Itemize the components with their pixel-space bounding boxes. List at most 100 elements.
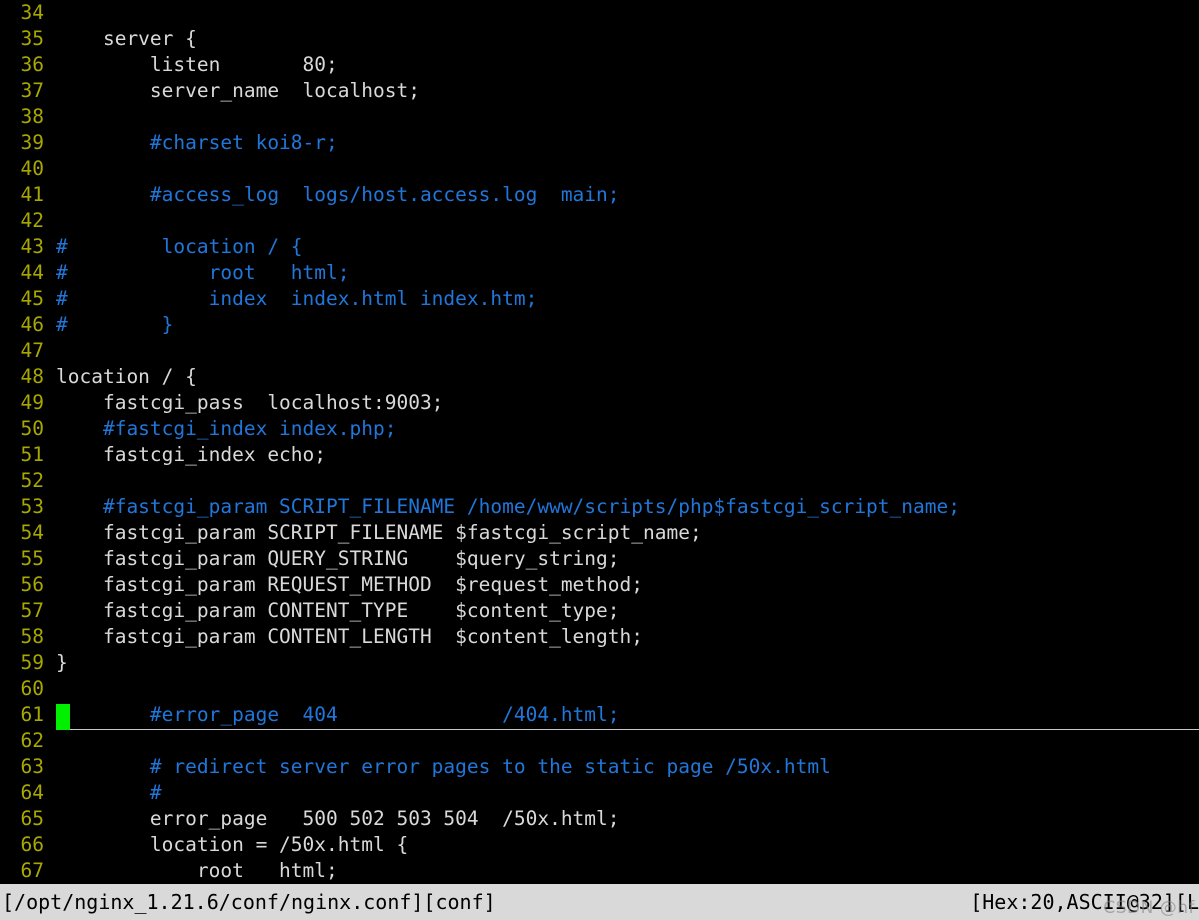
line-text: fastcgi_param QUERY_STRING $query_string… [56,547,620,570]
editor-line[interactable]: 63 # redirect server error pages to the … [0,754,1199,780]
editor-line[interactable]: 38 [0,104,1199,130]
editor-line[interactable]: 55 fastcgi_param QUERY_STRING $query_str… [0,546,1199,572]
editor-line[interactable]: 47 [0,338,1199,364]
line-text: # location / { [56,235,303,258]
line-text: #error_page 404 /404.html; [56,703,620,726]
line-number: 48 [20,365,44,388]
editor-line[interactable]: 35 server { [0,26,1199,52]
editor-line[interactable]: 66 location = /50x.html { [0,832,1199,858]
status-file-path: [/opt/nginx_1.21.6/conf/nginx.conf][conf… [2,890,496,914]
editor-line[interactable]: 51 fastcgi_index echo; [0,442,1199,468]
editor-line[interactable]: 65 error_page 500 502 503 504 /50x.html; [0,806,1199,832]
line-text: #charset koi8-r; [56,131,338,154]
line-number: 51 [20,443,44,466]
line-number: 46 [20,313,44,336]
editor-line[interactable]: 50 #fastcgi_index index.php; [0,416,1199,442]
line-number: 66 [20,833,44,856]
line-text: fastcgi_param CONTENT_LENGTH $content_le… [56,625,643,648]
line-number: 53 [20,495,44,518]
line-number: 56 [20,573,44,596]
line-text: # } [56,313,174,336]
editor-line[interactable]: 41 #access_log logs/host.access.log main… [0,182,1199,208]
line-number: 47 [20,339,44,362]
line-number: 55 [20,547,44,570]
line-text: root html; [56,859,338,882]
line-number: 42 [20,209,44,232]
editor-line[interactable]: 42 [0,208,1199,234]
line-number: 43 [20,235,44,258]
editor-line[interactable]: 59} [0,650,1199,676]
editor-line[interactable]: 53 #fastcgi_param SCRIPT_FILENAME /home/… [0,494,1199,520]
cursor-line-underline [70,729,1199,730]
line-text: # redirect server error pages to the sta… [56,755,831,778]
editor-line[interactable]: 46 # } [0,312,1199,338]
editor-line[interactable]: 37 server_name localhost; [0,78,1199,104]
line-number: 61 [20,703,44,726]
editor-line[interactable]: 64 # [0,780,1199,806]
editor-line[interactable]: 34 [0,0,1199,26]
editor-line[interactable]: 52 [0,468,1199,494]
line-text: fastcgi_param SCRIPT_FILENAME $fastcgi_s… [56,521,702,544]
line-text: #fastcgi_index index.php; [56,417,397,440]
line-number: 58 [20,625,44,648]
editor-line[interactable]: 61 #error_page 404 /404.html; [0,702,1199,730]
line-text: #access_log logs/host.access.log main; [56,183,620,206]
editor-status-bar: [/opt/nginx_1.21.6/conf/nginx.conf][conf… [0,884,1199,920]
line-text: server { [56,27,197,50]
code-editor-pane[interactable]: 34 35 server {36 listen 80; 37 server_name… [0,0,1199,884]
editor-line[interactable]: 36 listen 80; [0,52,1199,78]
line-number: 59 [20,651,44,674]
editor-line[interactable]: 56 fastcgi_param REQUEST_METHOD $request… [0,572,1199,598]
line-text: # index index.html index.htm; [56,287,538,310]
line-number: 60 [20,677,44,700]
line-text: fastcgi_pass localhost:9003; [56,391,444,414]
line-text: server_name localhost; [56,79,420,102]
line-number: 62 [20,729,44,752]
editor-line[interactable]: 43 # location / { [0,234,1199,260]
line-text: location = /50x.html { [56,833,409,856]
line-number: 39 [20,131,44,154]
editor-line[interactable]: 62 [0,728,1199,754]
line-text: listen 80; [56,53,338,76]
line-text: # [56,781,162,804]
line-number: 64 [20,781,44,804]
editor-line[interactable]: 60 [0,676,1199,702]
line-text: fastcgi_index echo; [56,443,327,466]
line-number: 65 [20,807,44,830]
text-cursor [56,704,70,730]
editor-line[interactable]: 58 fastcgi_param CONTENT_LENGTH $content… [0,624,1199,650]
line-text: location / { [56,365,197,388]
line-number: 35 [20,27,44,50]
line-number: 49 [20,391,44,414]
line-text: #fastcgi_param SCRIPT_FILENAME /home/www… [56,495,960,518]
editor-line[interactable]: 67 root html; [0,858,1199,884]
line-text: } [56,651,68,674]
status-cursor-info: [Hex:20,ASCII@32][L [970,890,1199,914]
line-number: 54 [20,521,44,544]
editor-line[interactable]: 39 #charset koi8-r; [0,130,1199,156]
line-number: 34 [20,1,44,24]
line-number: 36 [20,53,44,76]
editor-line[interactable]: 45 # index index.html index.htm; [0,286,1199,312]
line-number: 57 [20,599,44,622]
terminal-editor-window: 34 35 server {36 listen 80; 37 server_name… [0,0,1199,920]
line-text: error_page 500 502 503 504 /50x.html; [56,807,620,830]
line-number: 38 [20,105,44,128]
line-number: 44 [20,261,44,284]
line-number: 50 [20,417,44,440]
line-number: 40 [20,157,44,180]
editor-line[interactable]: 54 fastcgi_param SCRIPT_FILENAME $fastcg… [0,520,1199,546]
line-text: # root html; [56,261,350,284]
editor-line[interactable]: 40 [0,156,1199,182]
editor-line[interactable]: 44 # root html; [0,260,1199,286]
line-number: 45 [20,287,44,310]
line-number: 52 [20,469,44,492]
line-text: fastcgi_param CONTENT_TYPE $content_type… [56,599,620,622]
line-number: 63 [20,755,44,778]
line-text: fastcgi_param REQUEST_METHOD $request_me… [56,573,643,596]
editor-line[interactable]: 57 fastcgi_param CONTENT_TYPE $content_t… [0,598,1199,624]
editor-line[interactable]: 49 fastcgi_pass localhost:9003; [0,390,1199,416]
line-number: 41 [20,183,44,206]
line-number: 67 [20,859,44,882]
editor-line[interactable]: 48 location / { [0,364,1199,390]
